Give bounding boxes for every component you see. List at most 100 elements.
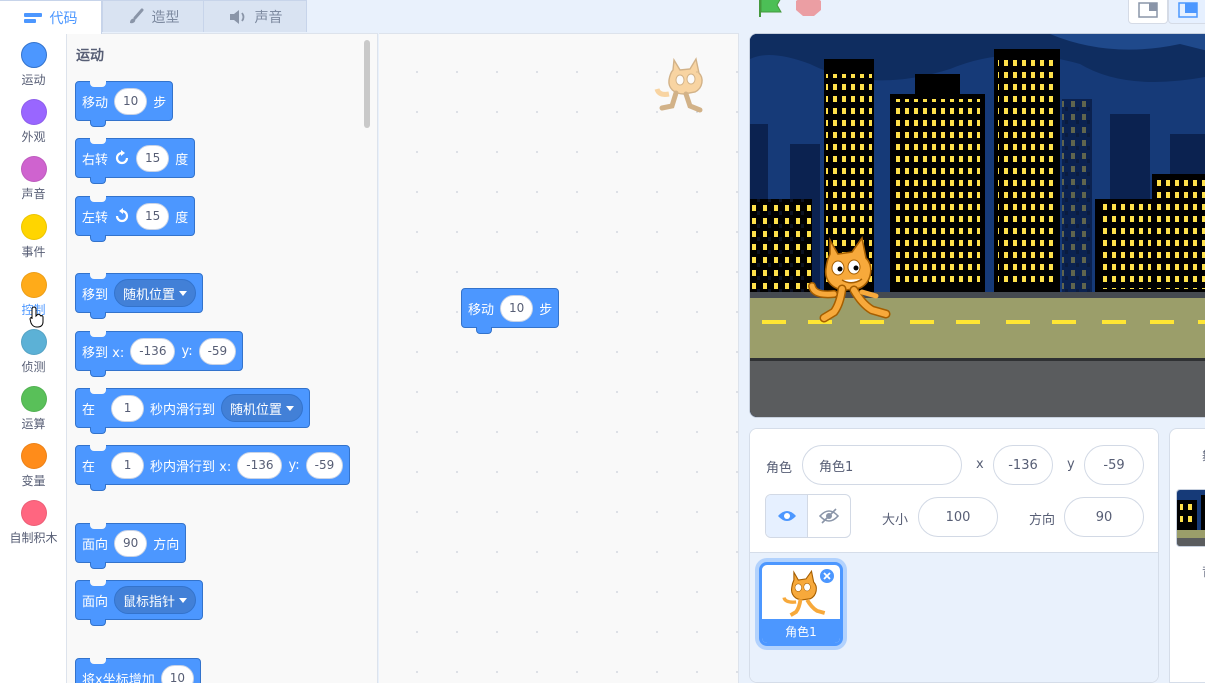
stage[interactable] xyxy=(749,33,1205,418)
size-label: 大小 xyxy=(882,513,909,528)
small-stage-icon xyxy=(1138,2,1158,18)
y-input[interactable]: -59 xyxy=(198,337,237,365)
change-x-input[interactable]: 10 xyxy=(160,664,194,683)
y-input[interactable]: -59 xyxy=(305,451,344,479)
steps-input[interactable]: 10 xyxy=(500,294,534,322)
show-sprite-button[interactable] xyxy=(766,495,809,537)
seconds-input[interactable]: 1 xyxy=(111,451,145,479)
size-input[interactable]: 100 xyxy=(918,497,998,537)
sprite-info-pane: 角色 角色1 x -136 y -59 大小 100 方向 90 角色1 xyxy=(749,428,1159,683)
block-point-direction[interactable]: 面向 90 方向 xyxy=(75,523,187,569)
steps-input[interactable]: 10 xyxy=(114,87,148,115)
tab-sounds[interactable]: 声音 xyxy=(203,0,307,32)
direction-input[interactable]: 90 xyxy=(114,529,148,557)
block-turn-left[interactable]: 左转 15 度 xyxy=(75,196,196,242)
sprite-tile-name: 角色1 xyxy=(762,619,840,643)
sound-dot-icon xyxy=(20,156,47,182)
category-label: 声音 xyxy=(21,187,46,201)
large-stage-button[interactable] xyxy=(1168,0,1205,24)
dropdown-value: 随机位置 xyxy=(230,402,283,418)
category-looks[interactable]: 外观 xyxy=(0,91,67,147)
city-thumbnail-icon xyxy=(1177,490,1205,546)
block-point-towards[interactable]: 面向 鼠标指针 xyxy=(75,580,204,626)
tab-costumes-label: 造型 xyxy=(151,9,180,26)
caret-down-icon xyxy=(286,405,295,411)
category-operators[interactable]: 运算 xyxy=(0,378,67,434)
glide-target-dropdown[interactable]: 随机位置 xyxy=(221,394,304,422)
category-variables[interactable]: 变量 xyxy=(0,435,67,491)
block-goto[interactable]: 移到 随机位置 xyxy=(75,273,204,319)
block-text: 度 xyxy=(175,152,189,168)
block-text: 秒内滑行到 xyxy=(150,402,216,418)
category-sound[interactable]: 声音 xyxy=(0,148,67,204)
visibility-toggle xyxy=(765,494,851,538)
control-dot-icon xyxy=(20,272,47,298)
block-text: 面向 xyxy=(82,537,109,553)
tab-code-label: 代码 xyxy=(49,10,78,27)
tab-sounds-label: 声音 xyxy=(254,9,283,26)
block-move-steps[interactable]: 移动 10 步 xyxy=(75,81,174,127)
degrees-input[interactable]: 15 xyxy=(136,202,170,230)
category-motion[interactable]: 运动 xyxy=(0,34,67,90)
looks-dot-icon xyxy=(20,99,47,125)
x-input[interactable]: -136 xyxy=(237,451,283,479)
category-label: 运算 xyxy=(21,417,46,431)
goto-target-dropdown[interactable]: 随机位置 xyxy=(114,279,197,307)
category-label: 变量 xyxy=(21,474,46,488)
category-events[interactable]: 事件 xyxy=(0,206,67,262)
x-label: x xyxy=(976,457,984,472)
hand-cursor-icon xyxy=(29,306,44,328)
block-text: 移动 xyxy=(82,95,109,111)
caret-down-icon xyxy=(179,597,188,603)
backdrop-thumbnail xyxy=(1176,489,1205,547)
block-palette: 运动 移动 10 步 右转 15 度 左转 15 度 移到 随机位置 移到 x:… xyxy=(67,33,378,683)
category-label: 运动 xyxy=(21,73,46,87)
sprite-properties: 角色 角色1 x -136 y -59 大小 100 方向 90 xyxy=(750,429,1158,553)
block-change-x[interactable]: 将x坐标增加 10 xyxy=(75,658,201,683)
rotate-right-icon xyxy=(115,150,129,165)
block-glide[interactable]: 在 1 秒内滑行到 随机位置 xyxy=(75,388,311,434)
block-goto-xy[interactable]: 移到 x: -136 y: -59 xyxy=(75,331,244,377)
seconds-input[interactable]: 1 xyxy=(111,394,145,422)
block-text: 在 xyxy=(82,459,96,475)
tab-costumes[interactable]: 造型 xyxy=(102,0,204,32)
green-flag-icon[interactable] xyxy=(757,0,785,18)
block-text: y: xyxy=(181,343,193,359)
block-text: 在 xyxy=(82,402,96,418)
script-workspace[interactable]: 移动 10 步 xyxy=(379,33,739,683)
sprite-label: 角色 xyxy=(766,461,793,476)
sensing-dot-icon xyxy=(20,329,47,355)
x-input[interactable]: -136 xyxy=(130,337,176,365)
sprite-name-input[interactable]: 角色1 xyxy=(802,445,962,485)
block-turn-right[interactable]: 右转 15 度 xyxy=(75,138,196,184)
block-text: 面向 xyxy=(82,594,109,610)
small-stage-button[interactable] xyxy=(1128,0,1168,24)
stop-icon[interactable] xyxy=(795,0,822,18)
block-glide-xy[interactable]: 在 1 秒内滑行到 x: -136 y: -59 xyxy=(75,445,351,491)
category-myblocks[interactable]: 自制积木 xyxy=(0,492,67,548)
block-text: 步 xyxy=(539,302,553,318)
block-text: 右转 xyxy=(82,152,109,168)
delete-sprite-button[interactable] xyxy=(818,567,836,585)
direction-input[interactable]: 90 xyxy=(1064,497,1144,537)
block-text: 移到 x: xyxy=(82,345,125,361)
workspace-block-move[interactable]: 移动 10 步 xyxy=(461,288,560,334)
block-text: 度 xyxy=(175,210,189,226)
category-label: 事件 xyxy=(21,245,46,259)
category-sensing[interactable]: 侦测 xyxy=(0,321,67,377)
degrees-input[interactable]: 15 xyxy=(136,144,170,172)
block-text: 移到 xyxy=(82,287,109,303)
editor-tabs: 代码 造型 声音 xyxy=(0,0,740,34)
palette-scrollbar[interactable] xyxy=(364,40,370,128)
hide-sprite-button[interactable] xyxy=(808,495,850,537)
block-text: 将x坐标增加 xyxy=(82,672,155,683)
stage-target-pane[interactable]: 舞 背 xyxy=(1169,428,1205,683)
block-text: 方向 xyxy=(153,537,180,553)
towards-target-dropdown[interactable]: 鼠标指针 xyxy=(114,586,197,614)
y-position-input[interactable]: -59 xyxy=(1084,445,1144,485)
x-position-input[interactable]: -136 xyxy=(993,445,1053,485)
eye-slash-icon xyxy=(819,508,839,524)
tab-code[interactable]: 代码 xyxy=(0,0,102,34)
block-text: 移动 xyxy=(468,302,495,318)
motion-dot-icon xyxy=(20,42,47,68)
